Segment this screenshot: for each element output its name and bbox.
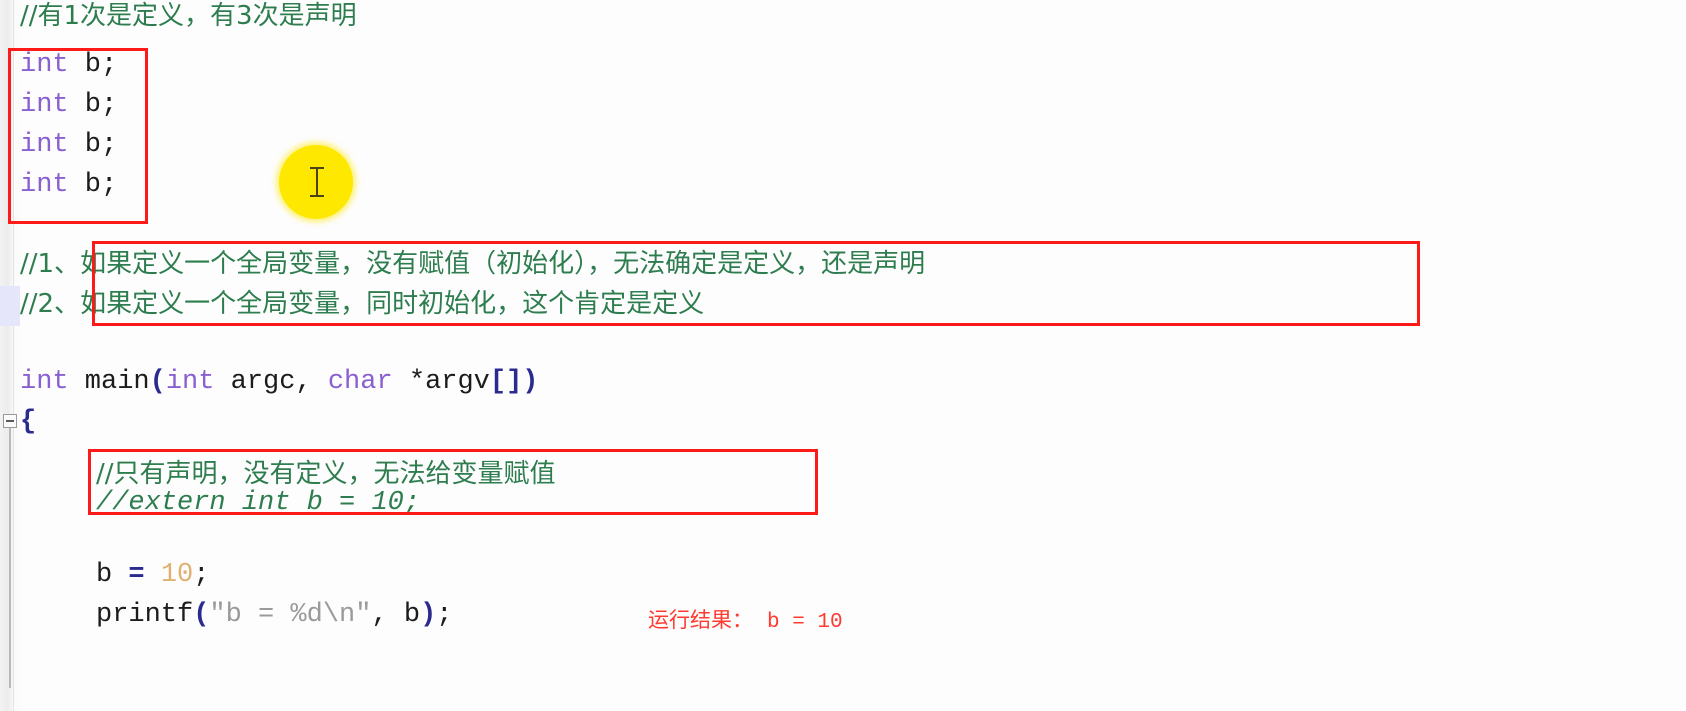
- editor-gutter-outer: [0, 0, 14, 711]
- declaration-body: b;: [68, 50, 118, 80]
- assign-operator: =: [128, 560, 161, 590]
- keyword-int: int: [20, 50, 69, 80]
- open-paren: (: [149, 367, 166, 397]
- collapse-minus-icon[interactable]: [3, 414, 17, 428]
- open-paren: (: [193, 600, 210, 630]
- code-line-rule-2: //2、如果定义一个全局变量，同时初始化，这个肯定是定义: [20, 285, 704, 324]
- run-result-value: b = 10: [767, 611, 843, 634]
- semicolon: ;: [193, 560, 210, 590]
- function-name-printf: printf: [96, 600, 194, 630]
- keyword-int-argc: int: [165, 367, 215, 397]
- code-line-body-comment-extern: //extern int b = 10;: [96, 488, 421, 518]
- fold-region-stem: [9, 428, 11, 688]
- code-line-main-signature: int main(int argc, char *argv[]): [20, 363, 539, 402]
- param-argv: *argv: [392, 367, 490, 397]
- code-line-open-brace: {: [20, 403, 36, 442]
- semicolon: ;: [436, 600, 453, 630]
- run-result-annotation: 运行结果： b = 10: [648, 604, 843, 634]
- declaration-body: b;: [68, 170, 118, 200]
- keyword-int: int: [20, 90, 69, 120]
- editor-window: //有1次是定义，有3次是声明 int b; int b; int b; int…: [0, 0, 1686, 711]
- code-line-assignment: b = 10;: [96, 556, 209, 595]
- function-name-main: main: [68, 367, 150, 397]
- rule-1-prefix: //1、: [20, 249, 81, 279]
- code-line-printf: printf("b = %d\n", b);: [96, 596, 452, 635]
- code-line-int-b-1: int b;: [20, 46, 117, 85]
- printf-argument: , b: [371, 600, 421, 630]
- code-line-rule-1: //1、如果定义一个全局变量，没有赋值（初始化），无法确定是定义，还是声明: [20, 245, 925, 284]
- rule-2-prefix: //2、: [20, 289, 81, 319]
- code-line-int-b-2: int b;: [20, 86, 117, 125]
- close-paren: ): [522, 367, 539, 397]
- open-brace: {: [20, 407, 37, 437]
- code-area[interactable]: //有1次是定义，有3次是声明 int b; int b; int b; int…: [20, 0, 1686, 711]
- keyword-char: char: [327, 367, 393, 397]
- variable-b: b: [96, 560, 129, 590]
- literal-10: 10: [160, 560, 194, 590]
- declaration-body: b;: [68, 130, 118, 160]
- format-string: "b = %d\n": [209, 600, 372, 630]
- code-line-comment-counts: //有1次是定义，有3次是声明: [20, 1, 357, 31]
- rule-1-text: 如果定义一个全局变量，没有赋值（初始化），无法确定是定义，还是声明: [80, 249, 926, 279]
- keyword-int: int: [20, 367, 69, 397]
- array-brackets: []: [489, 367, 523, 397]
- run-result-label: 运行结果：: [648, 608, 753, 632]
- close-paren: ): [420, 600, 437, 630]
- param-argc: argc,: [214, 367, 328, 397]
- declaration-body: b;: [68, 90, 118, 120]
- rule-2-text: 如果定义一个全局变量，同时初始化，这个肯定是定义: [80, 289, 705, 319]
- code-line-int-b-3: int b;: [20, 126, 117, 165]
- cursor-highlight-blob: [279, 145, 353, 219]
- keyword-int: int: [20, 130, 69, 160]
- code-line-int-b-4: int b;: [20, 166, 117, 205]
- keyword-int: int: [20, 170, 69, 200]
